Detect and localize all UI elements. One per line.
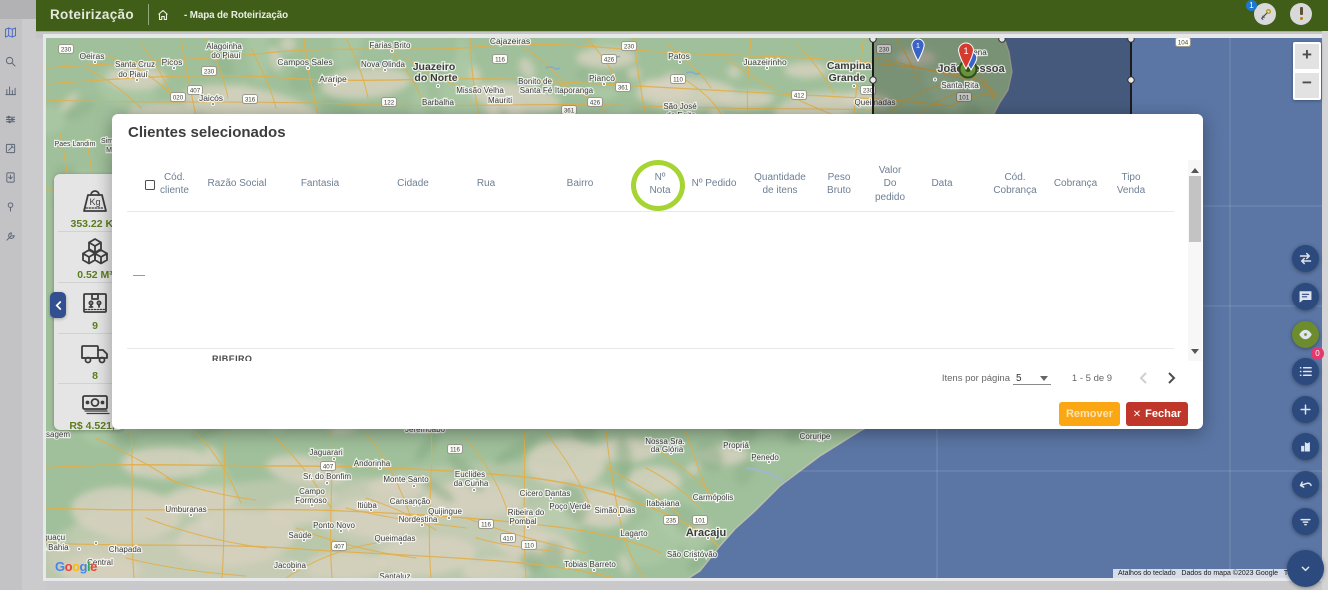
svg-text:Itaporanga: Itaporanga [555, 86, 594, 95]
svg-text:Santa Fé: Santa Fé [520, 86, 553, 95]
svg-text:316: 316 [245, 96, 256, 103]
svg-text:Lagarto: Lagarto [620, 529, 648, 538]
svg-text:São José: São José [663, 102, 697, 111]
svg-text:Campos Sales: Campos Sales [277, 57, 332, 67]
svg-text:Saúde: Saúde [288, 531, 312, 540]
svg-text:Pombal: Pombal [509, 517, 536, 526]
svg-text:104: 104 [1178, 39, 1189, 46]
svg-text:Santaluz: Santaluz [379, 572, 410, 578]
svg-text:Kg: Kg [89, 197, 100, 207]
svg-text:Patos: Patos [668, 51, 690, 61]
svg-text:Euclides: Euclides [455, 470, 485, 479]
svg-text:230: 230 [204, 68, 215, 75]
svg-text:Coruripe: Coruripe [800, 432, 831, 441]
svg-text:Propriá: Propriá [723, 441, 749, 450]
svg-text:Jaguarari: Jaguarari [309, 448, 343, 457]
svg-text:Sr. do Bonfim: Sr. do Bonfim [303, 472, 351, 481]
svg-text:São Cristóvão: São Cristóvão [667, 550, 718, 559]
svg-text:Farias Brito: Farias Brito [370, 41, 411, 50]
svg-text:Simão Dias: Simão Dias [595, 506, 636, 515]
svg-text:Grande: Grande [829, 72, 866, 84]
svg-text:a Bahia: a Bahia [46, 543, 69, 552]
svg-text:Juazeirinho: Juazeirinho [743, 57, 787, 67]
svg-text:Paes Landim: Paes Landim [55, 141, 96, 148]
svg-text:Piancó: Piancó [589, 73, 615, 83]
svg-text:410: 410 [503, 535, 514, 542]
svg-text:Itiúba: Itiúba [357, 501, 377, 510]
svg-text:Picos: Picos [162, 57, 183, 67]
svg-text:230: 230 [624, 43, 635, 50]
svg-text:da Cunha: da Cunha [454, 479, 489, 488]
svg-text:Tobias Barreto: Tobias Barreto [564, 560, 616, 569]
svg-text:235: 235 [666, 517, 677, 524]
svg-text:116: 116 [481, 521, 491, 528]
svg-text:426: 426 [590, 99, 601, 106]
svg-text:110: 110 [673, 76, 683, 83]
svg-text:da Glória: da Glória [651, 445, 684, 454]
svg-text:412: 412 [794, 92, 805, 99]
svg-text:Itabaiana: Itabaiana [647, 499, 680, 508]
svg-text:Nordestina: Nordestina [399, 515, 438, 524]
svg-text:Cajazeiras: Cajazeiras [490, 38, 530, 46]
svg-text:1: 1 [963, 46, 968, 56]
svg-text:Alagoinha: Alagoinha [206, 42, 242, 51]
svg-text:Ponto Novo: Ponto Novo [313, 521, 355, 530]
svg-text:Chapada: Chapada [109, 545, 142, 554]
svg-text:407: 407 [323, 463, 334, 470]
svg-text:Queimadas: Queimadas [375, 534, 416, 543]
svg-text:Campo: Campo [299, 487, 325, 496]
svg-text:426: 426 [604, 56, 615, 63]
svg-text:Umburanas: Umburanas [165, 505, 206, 514]
svg-text:Monte Santo: Monte Santo [383, 475, 429, 484]
svg-text:do Norte: do Norte [414, 72, 457, 84]
svg-text:aguaçu: aguaçu [46, 533, 65, 542]
svg-text:Ribeira do: Ribeira do [508, 508, 545, 517]
svg-text:Missão Velha: Missão Velha [456, 86, 504, 95]
svg-text:1: 1 [916, 41, 920, 50]
svg-text:Bonito de: Bonito de [518, 77, 552, 86]
svg-text:Barbalha: Barbalha [422, 98, 455, 107]
svg-text:101: 101 [695, 517, 706, 524]
svg-text:Cicero Dantas: Cicero Dantas [520, 489, 571, 498]
svg-text:Penedo: Penedo [751, 453, 779, 462]
svg-text:Aracaju: Aracaju [686, 527, 726, 539]
svg-text:Mauriti: Mauriti [488, 96, 512, 105]
svg-text:Cansanção: Cansanção [390, 497, 431, 506]
svg-text:Santa Cruz: Santa Cruz [115, 60, 155, 69]
svg-text:110: 110 [524, 542, 534, 549]
svg-text:Campina: Campina [827, 60, 872, 72]
svg-text:Formoso: Formoso [295, 496, 327, 505]
svg-text:Jaicós: Jaicós [199, 93, 223, 103]
svg-text:020: 020 [173, 94, 184, 101]
svg-text:Nova Olinda: Nova Olinda [361, 60, 406, 69]
svg-text:230: 230 [61, 46, 72, 53]
svg-text:Carmópolis: Carmópolis [693, 493, 733, 502]
svg-text:407: 407 [334, 543, 345, 550]
svg-text:116: 116 [495, 56, 505, 63]
svg-text:do Piauí: do Piauí [211, 51, 241, 60]
svg-text:Santa Rita: Santa Rita [941, 81, 979, 90]
svg-text:122: 122 [384, 99, 395, 106]
svg-text:do Piauí: do Piauí [118, 70, 148, 79]
svg-text:Poço Verde: Poço Verde [549, 502, 591, 511]
svg-text:116: 116 [450, 446, 460, 453]
svg-text:Andorinha: Andorinha [354, 459, 391, 468]
svg-text:Araripe: Araripe [319, 74, 347, 84]
svg-text:Oeiras: Oeiras [79, 51, 104, 61]
svg-text:361: 361 [618, 84, 629, 91]
svg-text:Jacobina: Jacobina [274, 561, 307, 570]
